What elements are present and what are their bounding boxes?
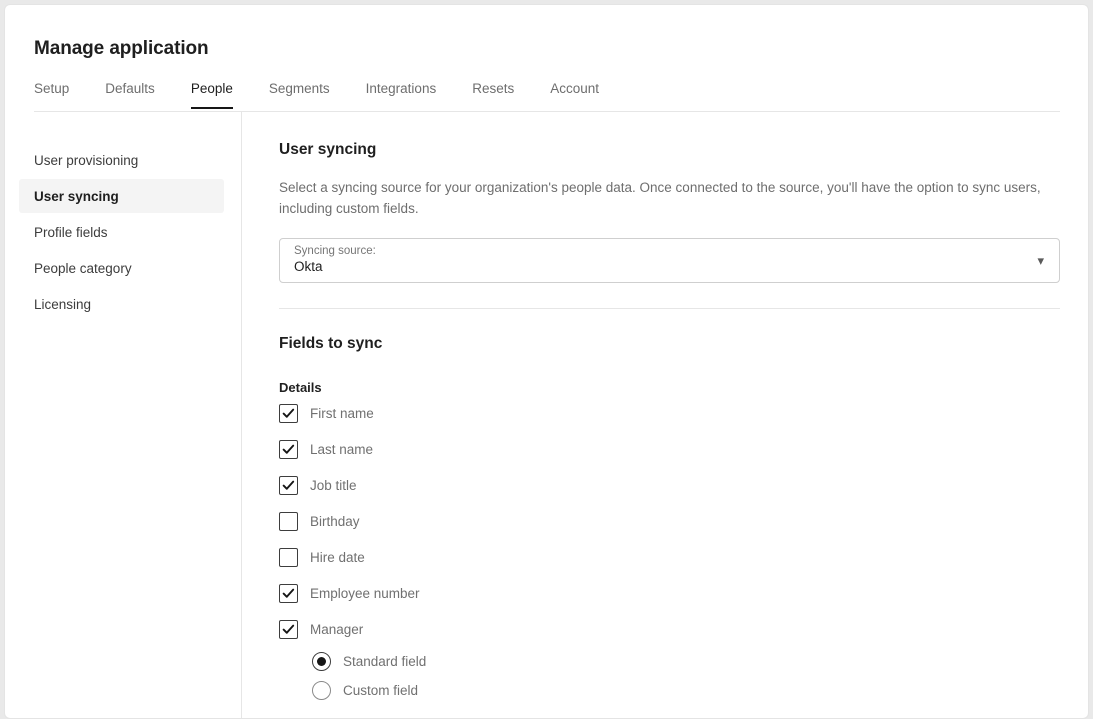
check-icon: [282, 407, 295, 420]
radio-custom-field[interactable]: [312, 681, 331, 700]
sidebar-item-people-category[interactable]: People category: [19, 251, 224, 285]
tab-segments[interactable]: Segments: [269, 81, 330, 109]
fields-groups: Details First name Last name Job title Birth…: [279, 380, 1088, 705]
main-content: User syncing Select a syncing source for…: [243, 112, 1088, 718]
sidebar-item-user-syncing[interactable]: User syncing: [19, 179, 224, 213]
field-row[interactable]: Last name: [279, 431, 1088, 467]
chevron-down-icon[interactable]: ▾: [1037, 252, 1044, 270]
sidebar-item-user-provisioning[interactable]: User provisioning: [19, 143, 224, 177]
check-icon: [282, 479, 295, 492]
radio-row[interactable]: Custom field: [312, 676, 1088, 705]
content-divider: [279, 308, 1060, 309]
section-description: Select a syncing source for your organiz…: [279, 177, 1061, 219]
field-group-title: Details: [279, 380, 1088, 395]
sidebar-item-profile-fields[interactable]: Profile fields: [19, 215, 224, 249]
section-title: User syncing: [279, 141, 1088, 159]
tab-setup[interactable]: Setup: [34, 81, 69, 109]
checkbox-first-name[interactable]: [279, 404, 298, 423]
checkbox-job-title[interactable]: [279, 476, 298, 495]
sidebar-item-licensing[interactable]: Licensing: [19, 287, 224, 321]
tab-account[interactable]: Account: [550, 81, 599, 109]
settings-sidebar: User provisioningUser syncingProfile fie…: [5, 112, 242, 718]
field-label: Manager: [310, 622, 363, 637]
field-row[interactable]: Birthday: [279, 503, 1088, 539]
field-label: Birthday: [310, 514, 360, 529]
checkbox-hire-date[interactable]: [279, 548, 298, 567]
checkbox-employee-number[interactable]: [279, 584, 298, 603]
radio-standard-field[interactable]: [312, 652, 331, 671]
syncing-source-value: Okta: [294, 258, 1059, 276]
checkbox-manager[interactable]: [279, 620, 298, 639]
tab-resets[interactable]: Resets: [472, 81, 514, 109]
radio-label: Custom field: [343, 683, 418, 698]
tab-integrations[interactable]: Integrations: [366, 81, 437, 109]
manage-application-card: Manage application SetupDefaultsPeopleSe…: [4, 4, 1089, 719]
field-label: Last name: [310, 442, 373, 457]
field-row[interactable]: Hire date: [279, 539, 1088, 575]
field-row[interactable]: Job title: [279, 467, 1088, 503]
checkbox-last-name[interactable]: [279, 440, 298, 459]
field-label: Hire date: [310, 550, 365, 565]
tab-people[interactable]: People: [191, 81, 233, 109]
syncing-source-select[interactable]: Syncing source: Okta ▾: [279, 238, 1060, 283]
page-body: User provisioningUser syncingProfile fie…: [5, 112, 1088, 718]
tab-defaults[interactable]: Defaults: [105, 81, 155, 109]
field-row[interactable]: Manager: [279, 611, 1088, 647]
tab-bar: Setup Defaults People Segments Integrations R…: [34, 81, 599, 109]
field-label: Job title: [310, 478, 357, 493]
page-title: Manage application: [34, 38, 209, 60]
check-icon: [282, 443, 295, 456]
radio-label: Standard field: [343, 654, 426, 669]
field-row[interactable]: First name: [279, 395, 1088, 431]
syncing-source-label: Syncing source:: [294, 244, 1059, 258]
field-label: First name: [310, 406, 374, 421]
fields-to-sync-title: Fields to sync: [279, 335, 1088, 353]
field-row[interactable]: Employee number: [279, 575, 1088, 611]
field-label: Employee number: [310, 586, 420, 601]
radio-row[interactable]: Standard field: [312, 647, 1088, 676]
check-icon: [282, 623, 295, 636]
radio-dot: [317, 657, 326, 666]
checkbox-birthday[interactable]: [279, 512, 298, 531]
check-icon: [282, 587, 295, 600]
